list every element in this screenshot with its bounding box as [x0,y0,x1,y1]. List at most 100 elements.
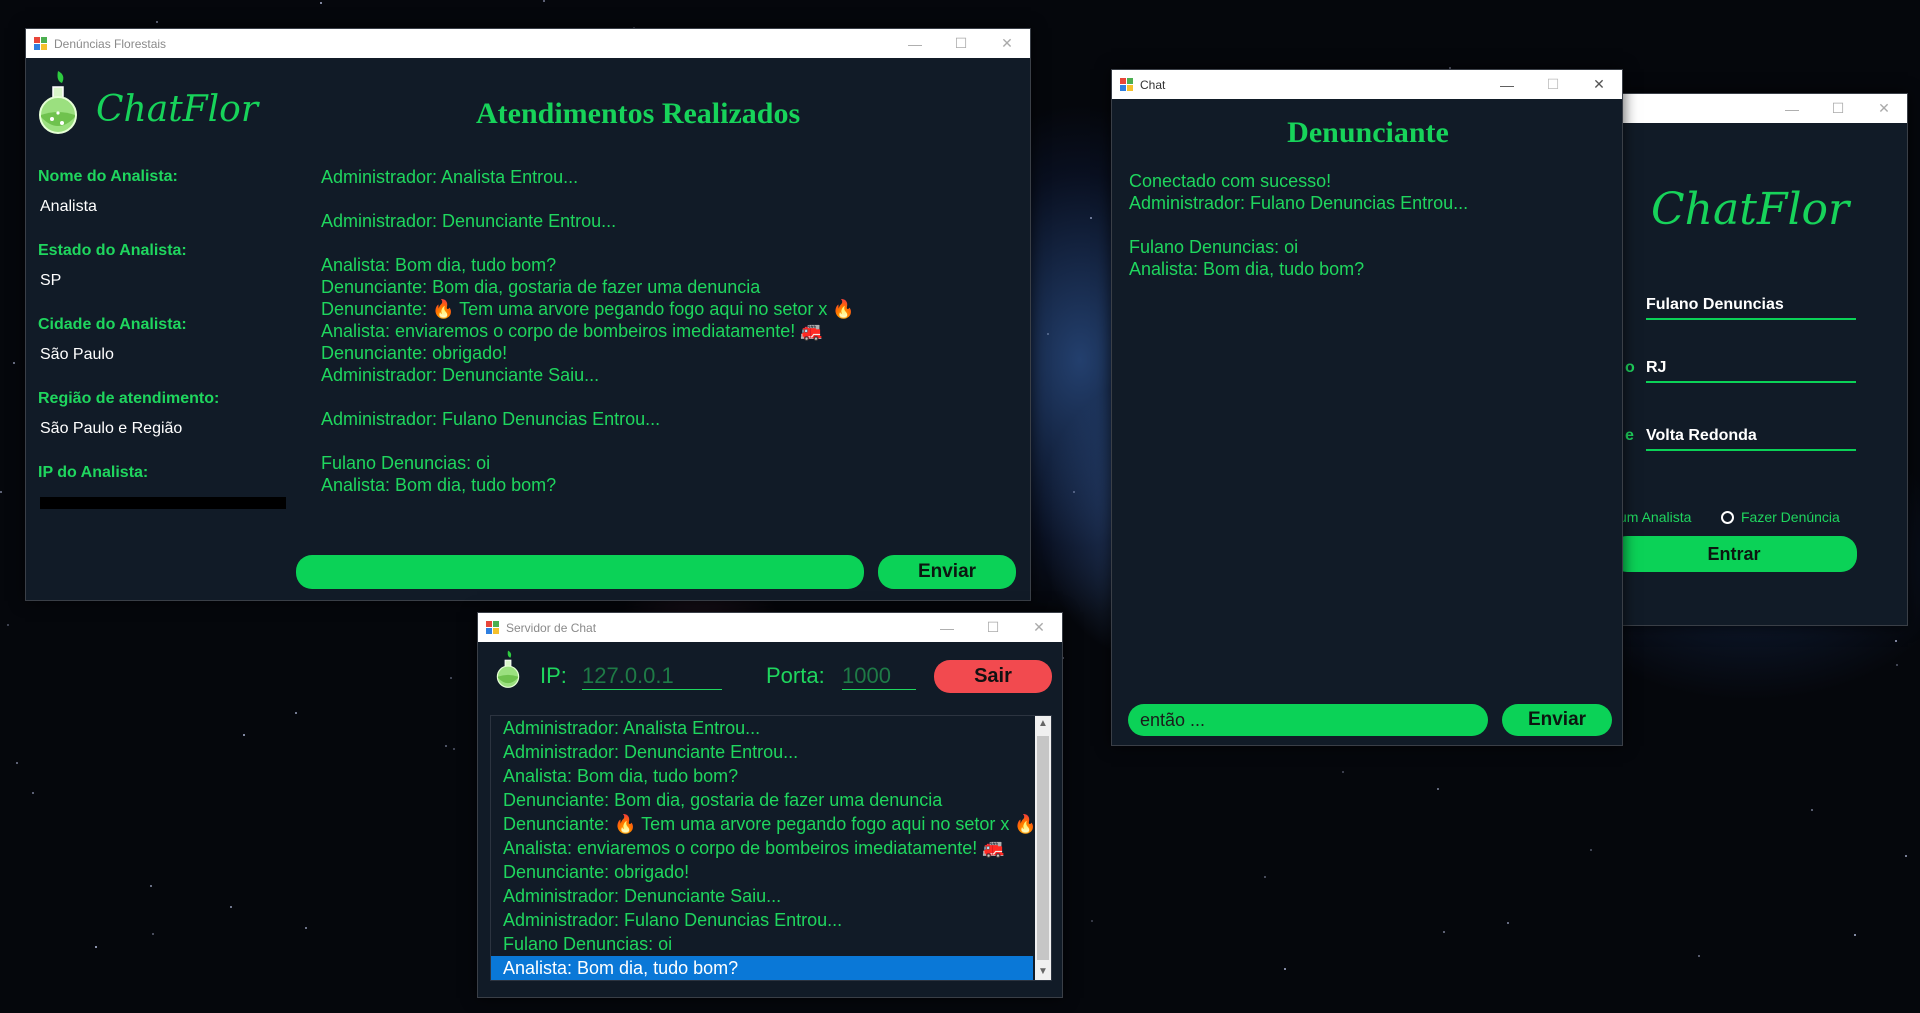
log-entry[interactable]: Denunciante: obrigado! [491,860,1033,884]
main-heading: Atendimentos Realizados [476,97,801,130]
star [243,734,245,736]
message-line: Fulano Denuncias: oi [321,453,491,473]
star [1698,955,1700,957]
maximize-icon[interactable]: ☐ [938,29,984,58]
analyst-name-value: Analista [40,198,97,215]
server-titlebar: Servidor de Chat — ☐ ✕ [478,613,1062,642]
star [1090,217,1092,219]
scroll-thumb[interactable] [1037,736,1049,960]
main-send-button[interactable]: Enviar [878,555,1016,589]
login-brand: ChatFlor [1651,184,1850,235]
main-window-title: Denúncias Florestais [54,36,167,51]
maximize-icon[interactable]: ☐ [1530,70,1576,99]
log-entry[interactable]: Administrador: Analista Entrou... [491,716,1033,740]
exit-button[interactable]: Sair [934,660,1052,693]
star [1342,771,1344,773]
server-window-title: Servidor de Chat [506,620,597,635]
radio-circle-icon[interactable] [1721,510,1734,524]
star [230,906,232,908]
server-window: Servidor de Chat — ☐ ✕ IP: 127.0.0.1 Por… [477,612,1063,998]
close-icon[interactable]: ✕ [984,29,1030,58]
chat-window: Chat — ☐ ✕ Denunciante Conectado com suc… [1111,69,1623,746]
message-line: Denunciante: 🔥 Tem uma arvore pegando fo… [321,299,855,319]
message-line: Administrador: Analista Entrou... [321,167,579,187]
analyst-city-label: Cidade do Analista: [38,316,187,333]
star [453,748,455,750]
star [1896,664,1898,666]
enter-button[interactable]: Entrar [1611,536,1857,572]
minimize-icon[interactable]: — [892,29,938,58]
message-line: Analista: Bom dia, tudo bom? [321,255,557,275]
star [32,792,34,794]
log-entry[interactable]: Analista: enviaremos o corpo de bombeiro… [491,836,1033,860]
analyst-ip-label: IP do Analista: [38,464,149,481]
message-line: Analista: Bom dia, tudo bom? [1129,259,1365,279]
radio-analyst-label[interactable]: um Analista [1619,509,1691,525]
radio-report[interactable]: Fazer Denúncia [1721,509,1840,525]
chat-send-button[interactable]: Enviar [1502,704,1612,736]
scroll-up-icon[interactable]: ▲ [1035,716,1051,732]
star [156,21,158,23]
log-entry[interactable]: Analista: Bom dia, tudo bom? [491,764,1033,788]
login-name-value[interactable]: Fulano Denuncias [1646,296,1856,320]
log-entry[interactable]: Administrador: Denunciante Entrou... [491,740,1033,764]
star [1854,934,1856,936]
star [445,745,447,747]
message-line: Analista: Bom dia, tudo bom? [321,475,557,495]
star [150,885,152,887]
close-icon[interactable]: ✕ [1576,70,1622,99]
star [1443,931,1445,933]
log-entry[interactable]: Fulano Denuncias: oi [491,932,1033,956]
star [1895,640,1897,642]
close-icon[interactable]: ✕ [1016,613,1062,642]
port-value[interactable]: 1000 [842,663,916,690]
star [1073,491,1075,493]
login-city-value[interactable]: Volta Redonda [1646,427,1856,451]
analyst-region-value: São Paulo e Região [40,420,183,437]
log-entry[interactable]: Denunciante: 🔥 Tem uma arvore pegando fo… [491,812,1033,836]
login-state-value[interactable]: RJ [1646,359,1856,383]
server-log-entries: Administrador: Analista Entrou... Adminis… [491,716,1033,980]
star [1264,876,1266,878]
message-line: Fulano Denuncias: oi [1129,237,1299,257]
analyst-region-label: Região de atendimento: [38,390,220,407]
maximize-icon[interactable]: ☐ [970,613,1016,642]
analyst-city-value: São Paulo [40,346,114,363]
login-city-label: e [1625,427,1634,444]
log-entry[interactable]: Administrador: Fulano Denuncias Entrou..… [491,908,1033,932]
chat-log: Conectado com sucesso! Administrador: Ful… [1129,170,1609,280]
minimize-icon[interactable]: — [1769,94,1815,123]
flask-logo-icon [36,69,80,140]
server-log-list[interactable]: Administrador: Analista Entrou... Adminis… [490,715,1052,981]
star [1047,333,1049,335]
log-entry[interactable]: Administrador: Denunciante Saiu... [491,884,1033,908]
star [0,491,2,493]
star [1811,809,1813,811]
app-icon [486,620,500,635]
main-message-input[interactable] [296,555,864,589]
star [450,677,452,679]
scrollbar[interactable]: ▲ ▼ [1035,716,1051,980]
analyst-state-label: Estado do Analista: [38,242,187,259]
minimize-icon[interactable]: — [1484,70,1530,99]
star [95,946,97,948]
maximize-icon[interactable]: ☐ [1815,94,1861,123]
chat-message-input[interactable] [1128,704,1488,736]
main-titlebar: Denúncias Florestais — ☐ ✕ [26,29,1030,58]
server-flask-icon [495,649,521,694]
message-line: Administrador: Fulano Denuncias Entrou..… [321,409,661,429]
star [295,712,297,714]
minimize-icon[interactable]: — [924,613,970,642]
scroll-down-icon[interactable]: ▼ [1035,964,1051,980]
close-icon[interactable]: ✕ [1861,94,1907,123]
log-entry[interactable]: Analista: Bom dia, tudo bom? [491,956,1033,980]
star [320,2,322,4]
ip-value[interactable]: 127.0.0.1 [582,663,722,690]
message-line: Denunciante: obrigado! [321,343,508,363]
star [305,927,307,929]
log-entry[interactable]: Denunciante: Bom dia, gostaria de fazer … [491,788,1033,812]
